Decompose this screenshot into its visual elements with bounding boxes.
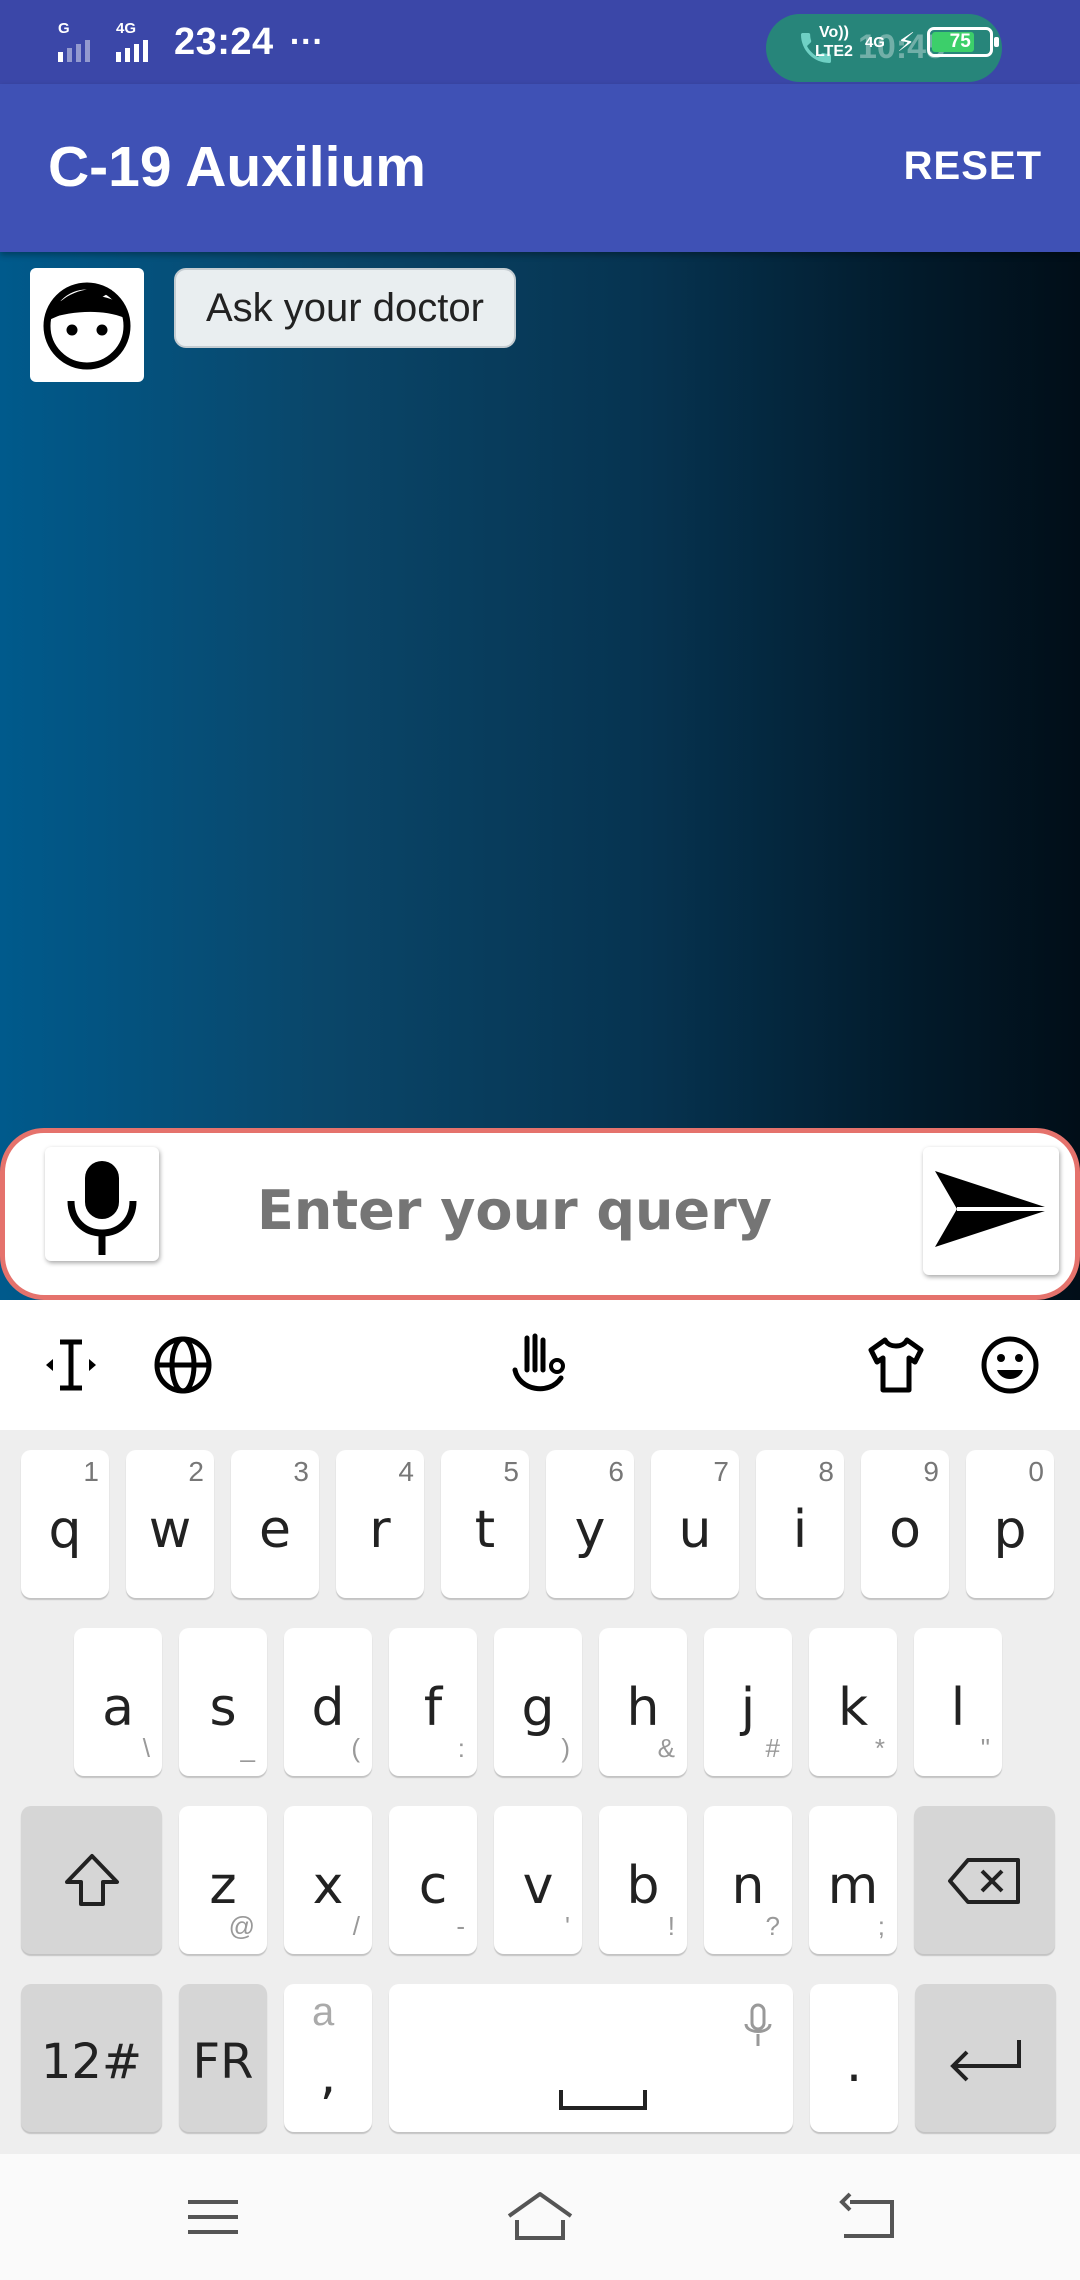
soft-keyboard: 1q 2w 3e 4r 5t 6y 7u 8i 9o 0p a \ s _ d( f… <box>0 1430 1080 2154</box>
key-j[interactable]: j # <box>704 1628 792 1776</box>
query-input[interactable] <box>257 1175 837 1245</box>
status-bar: G 4G 23:24 ··· 10:45 Vo)) LTE2 4G ⚡ 75 <box>0 0 1080 84</box>
home-icon[interactable] <box>505 2182 575 2252</box>
key-n[interactable]: n? <box>704 1806 792 1954</box>
spacebar-icon <box>559 2090 647 2110</box>
chat-bubble-doctor[interactable]: Ask your doctor <box>174 268 516 348</box>
key-k[interactable]: k * <box>809 1628 897 1776</box>
key-p[interactable]: 0p <box>966 1450 1054 1598</box>
chat-bubble-text: Ask your doctor <box>206 285 484 330</box>
enter-key[interactable] <box>915 1984 1056 2132</box>
shift-key[interactable] <box>21 1806 162 1954</box>
key-w[interactable]: 2w <box>126 1450 214 1598</box>
send-button[interactable] <box>923 1147 1059 1275</box>
backspace-icon <box>948 1858 1020 1904</box>
key-g[interactable]: g) <box>494 1628 582 1776</box>
language-key[interactable]: FR <box>179 1984 267 2132</box>
key-u[interactable]: 7u <box>651 1450 739 1598</box>
key-b[interactable]: b! <box>599 1806 687 1954</box>
key-f[interactable]: f: <box>389 1628 477 1776</box>
key-c[interactable]: c- <box>389 1806 477 1954</box>
key-v[interactable]: v ' <box>494 1806 582 1954</box>
comma-key[interactable]: a , <box>284 1984 372 2132</box>
doctor-avatar <box>30 268 144 382</box>
symbols-key[interactable]: 12# <box>21 1984 162 2132</box>
shift-arrow-icon <box>65 1854 119 1906</box>
menu-lines-icon[interactable] <box>178 2182 248 2252</box>
back-icon[interactable] <box>834 2182 904 2252</box>
face-icon <box>43 282 131 370</box>
text-cursor-icon[interactable] <box>36 1330 106 1400</box>
key-t[interactable]: 5t <box>441 1450 529 1598</box>
key-i[interactable]: 8i <box>756 1450 844 1598</box>
key-o[interactable]: 9o <box>861 1450 949 1598</box>
sim2-network-label: 4G <box>116 20 137 37</box>
system-navigation-bar <box>0 2154 1080 2280</box>
enter-arrow-icon <box>950 2040 1021 2082</box>
period-key[interactable]: . <box>810 1984 898 2132</box>
key-y[interactable]: 6y <box>546 1450 634 1598</box>
microphone-icon <box>67 1161 137 1255</box>
battery-level: 75 <box>949 31 971 52</box>
app-title: C-19 Auxilium <box>48 135 426 199</box>
theme-shirt-icon[interactable] <box>861 1330 931 1400</box>
key-x[interactable]: x / <box>284 1806 372 1954</box>
gesture-hand-icon[interactable] <box>505 1330 575 1400</box>
keyboard-toolbar <box>0 1300 1080 1430</box>
key-r[interactable]: 4r <box>336 1450 424 1598</box>
sim2-signal-icon: 4G <box>116 20 162 62</box>
sim1-signal-icon: G <box>58 20 104 62</box>
reset-button[interactable]: RESET <box>904 144 1042 189</box>
send-arrow-icon <box>935 1171 1051 1247</box>
status-time: 23:24 <box>174 20 274 63</box>
key-l[interactable]: l " <box>914 1628 1002 1776</box>
data-network-label: 4G <box>864 33 885 51</box>
key-s[interactable]: s _ <box>179 1628 267 1776</box>
key-e[interactable]: 3e <box>231 1450 319 1598</box>
globe-icon[interactable] <box>148 1330 218 1400</box>
backspace-key[interactable] <box>914 1806 1055 1954</box>
charging-icon: ⚡ <box>896 26 916 57</box>
key-z[interactable]: z @ <box>179 1806 267 1954</box>
emoji-icon[interactable] <box>975 1330 1045 1400</box>
microphone-small-icon <box>744 2003 772 2046</box>
key-a[interactable]: a \ <box>74 1628 162 1776</box>
sim1-network-label: G <box>58 20 70 37</box>
app-bar: C-19 Auxilium RESET <box>0 84 1080 252</box>
key-m[interactable]: m; <box>809 1806 897 1954</box>
battery-icon: 75 <box>927 27 1000 57</box>
more-notifications-indicator: ··· <box>289 22 324 61</box>
voice-input-button[interactable] <box>45 1147 159 1261</box>
key-h[interactable]: h & <box>599 1628 687 1776</box>
autocorrect-hint-icon: a <box>312 1990 335 2034</box>
query-composer <box>0 1128 1080 1300</box>
space-key[interactable] <box>389 1984 793 2132</box>
key-q[interactable]: 1q <box>21 1450 109 1598</box>
key-d[interactable]: d( <box>284 1628 372 1776</box>
volte-indicator: Vo)) LTE2 <box>815 24 853 60</box>
